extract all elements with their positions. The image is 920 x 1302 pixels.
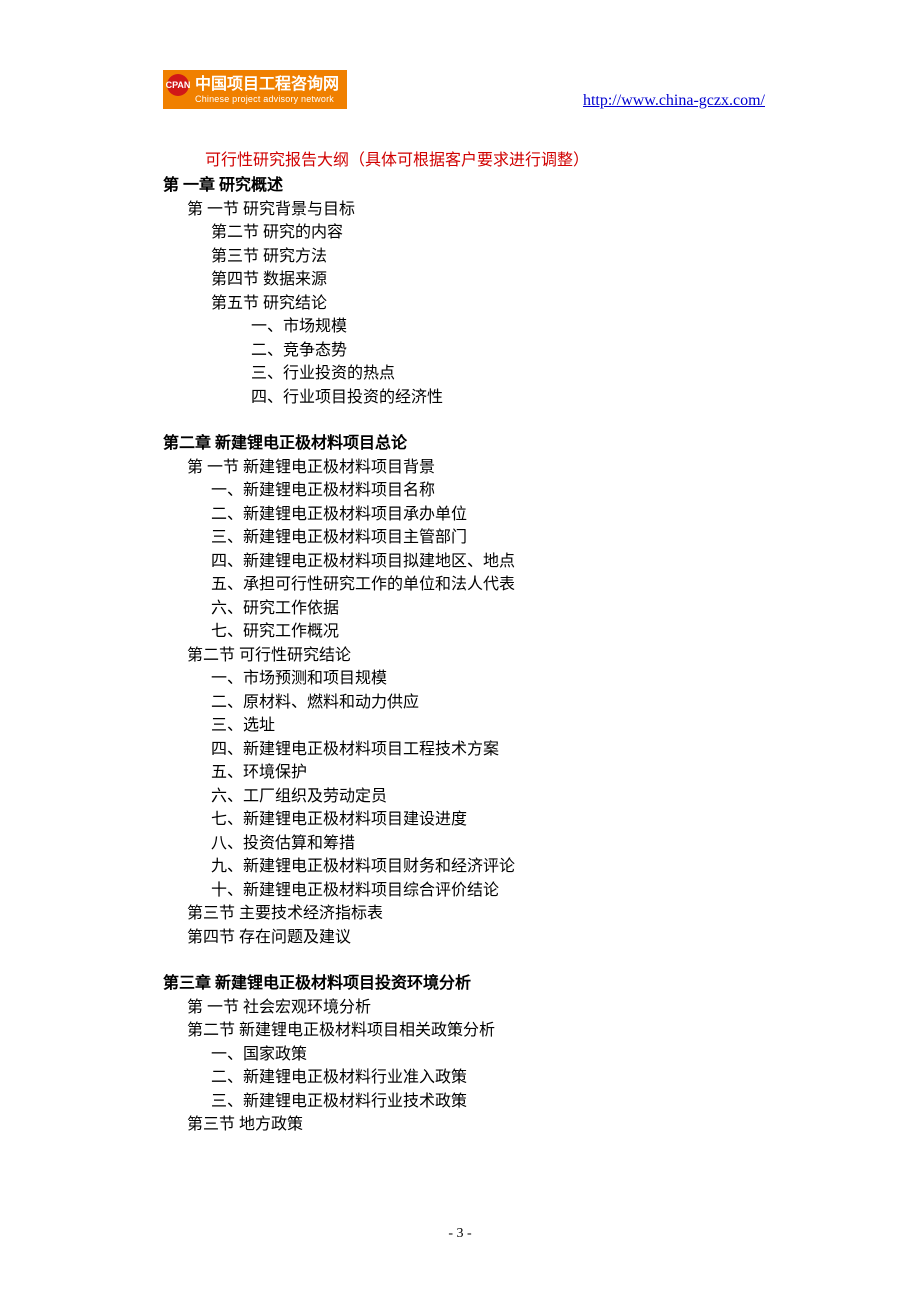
list-item: 七、研究工作概况	[163, 620, 765, 644]
section-item: 第三节 主要技术经济指标表	[163, 902, 765, 926]
list-item: 三、选址	[163, 714, 765, 738]
section-item: 第 一节 社会宏观环境分析	[163, 996, 765, 1020]
list-item: 一、国家政策	[163, 1043, 765, 1067]
list-item: 六、研究工作依据	[163, 597, 765, 621]
list-item: 九、新建锂电正极材料项目财务和经济评论	[163, 855, 765, 879]
chapter-1: 第 一章 研究概述 第 一节 研究背景与目标 第二节 研究的内容 第三节 研究方…	[163, 174, 765, 409]
list-item: 一、市场预测和项目规模	[163, 667, 765, 691]
logo-text-cn: 中国项目工程咨询网	[195, 76, 339, 94]
chapter-3: 第三章 新建锂电正极材料项目投资环境分析 第 一节 社会宏观环境分析 第二节 新…	[163, 972, 765, 1137]
list-item: 十、新建锂电正极材料项目综合评价结论	[163, 879, 765, 903]
list-item: 四、行业项目投资的经济性	[163, 386, 765, 410]
section-item: 第三节 研究方法	[163, 245, 765, 269]
section-item: 第五节 研究结论	[163, 292, 765, 316]
logo-banner: CPAN 中国项目工程咨询网 Chinese project advisory …	[163, 70, 347, 109]
list-item: 七、新建锂电正极材料项目建设进度	[163, 808, 765, 832]
list-item: 二、新建锂电正极材料行业准入政策	[163, 1066, 765, 1090]
section-item: 第四节 存在问题及建议	[163, 926, 765, 950]
list-item: 五、环境保护	[163, 761, 765, 785]
document-page: CPAN 中国项目工程咨询网 Chinese project advisory …	[0, 0, 920, 1302]
logo-text-en: Chinese project advisory network	[195, 95, 339, 105]
list-item: 三、行业投资的热点	[163, 362, 765, 386]
list-item: 二、新建锂电正极材料项目承办单位	[163, 503, 765, 527]
list-item: 五、承担可行性研究工作的单位和法人代表	[163, 573, 765, 597]
list-item: 一、市场规模	[163, 315, 765, 339]
chapter-heading: 第 一章 研究概述	[163, 174, 765, 198]
list-item: 二、竞争态势	[163, 339, 765, 363]
list-item: 三、新建锂电正极材料行业技术政策	[163, 1090, 765, 1114]
section-item: 第二节 可行性研究结论	[163, 644, 765, 668]
list-item: 八、投资估算和筹措	[163, 832, 765, 856]
section-item: 第二节 新建锂电正极材料项目相关政策分析	[163, 1019, 765, 1043]
section-item: 第 一节 新建锂电正极材料项目背景	[163, 456, 765, 480]
page-header: CPAN 中国项目工程咨询网 Chinese project advisory …	[0, 70, 920, 109]
section-item: 第二节 研究的内容	[163, 221, 765, 245]
list-item: 四、新建锂电正极材料项目工程技术方案	[163, 738, 765, 762]
list-item: 一、新建锂电正极材料项目名称	[163, 479, 765, 503]
chapter-heading: 第三章 新建锂电正极材料项目投资环境分析	[163, 972, 765, 996]
list-item: 二、原材料、燃料和动力供应	[163, 691, 765, 715]
outline-title: 可行性研究报告大纲（具体可根据客户要求进行调整）	[163, 149, 765, 173]
section-item: 第 一节 研究背景与目标	[163, 198, 765, 222]
list-item: 六、工厂组织及劳动定员	[163, 785, 765, 809]
list-item: 三、新建锂电正极材料项目主管部门	[163, 526, 765, 550]
website-link[interactable]: http://www.china-gczx.com/	[583, 92, 765, 110]
section-item: 第四节 数据来源	[163, 268, 765, 292]
section-item: 第三节 地方政策	[163, 1113, 765, 1137]
list-item: 四、新建锂电正极材料项目拟建地区、地点	[163, 550, 765, 574]
document-body: 可行性研究报告大纲（具体可根据客户要求进行调整） 第 一章 研究概述 第 一节 …	[0, 149, 920, 1137]
chapter-heading: 第二章 新建锂电正极材料项目总论	[163, 432, 765, 456]
chapter-2: 第二章 新建锂电正极材料项目总论 第 一节 新建锂电正极材料项目背景 一、新建锂…	[163, 432, 765, 949]
logo-icon: CPAN	[167, 74, 189, 96]
page-number: - 3 -	[0, 1226, 920, 1242]
